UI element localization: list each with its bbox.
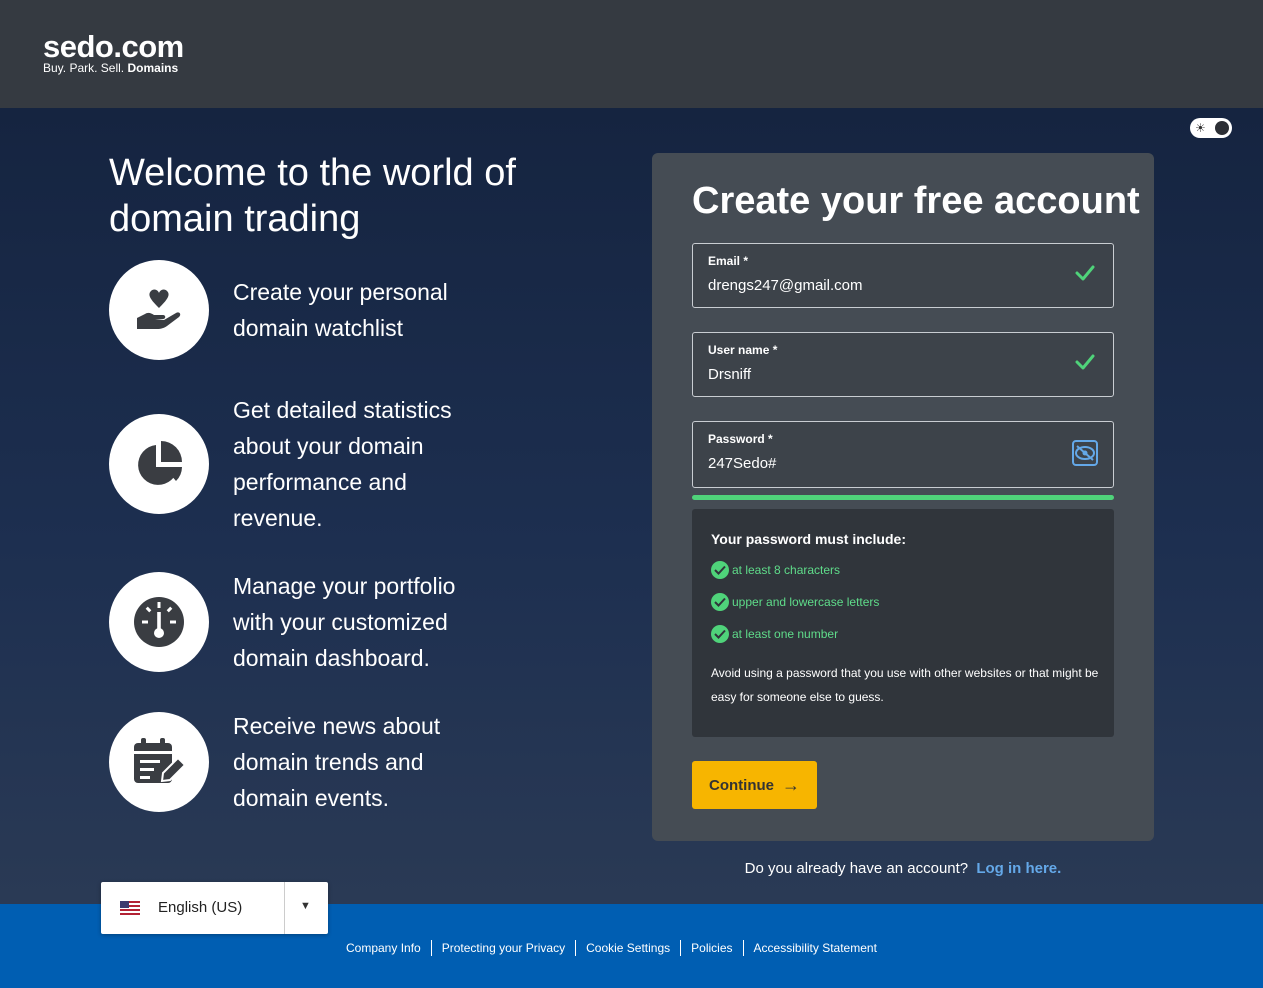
continue-label: Continue xyxy=(709,776,774,794)
arrow-right-icon: → xyxy=(782,774,800,795)
check-circle-icon xyxy=(711,561,729,579)
email-label: Email * xyxy=(708,254,749,268)
requirement-item: at least one number xyxy=(711,625,838,643)
feature-text: Get detailed statistics about your domai… xyxy=(233,397,452,531)
footer-link-policies[interactable]: Policies xyxy=(680,940,742,956)
language-divider xyxy=(284,882,285,934)
sun-icon: ☀ xyxy=(1195,121,1206,135)
password-requirements: Your password must include: at least 8 c… xyxy=(692,509,1114,737)
signup-card: Create your free account Email * drengs2… xyxy=(652,153,1154,841)
logo-wordmark: sedo.com xyxy=(43,29,184,64)
footer-link-company-info[interactable]: Company Info xyxy=(336,940,431,956)
form-title: Create your free account xyxy=(692,180,1140,222)
email-field[interactable]: Email * drengs247@gmail.com xyxy=(692,243,1114,308)
logo-tagline-domains: Domains xyxy=(127,61,179,75)
feature-icon-circle xyxy=(109,712,209,812)
calendar-edit-icon xyxy=(134,738,186,783)
top-header: sedo.com Buy. Park. Sell. Domains xyxy=(0,0,1263,108)
eye-slash-icon xyxy=(1075,445,1095,461)
username-label: User name * xyxy=(708,343,778,357)
dashboard-gauge-icon xyxy=(134,597,184,647)
continue-button[interactable]: Continue → xyxy=(692,761,817,809)
sedo-logo[interactable]: sedo.com Buy. Park. Sell. Domains xyxy=(43,29,184,75)
requirement-text: at least 8 characters xyxy=(732,563,841,577)
language-label: English (US) xyxy=(158,899,243,916)
footer-links: Company Info Protecting your Privacy Coo… xyxy=(336,940,887,956)
welcome-headline: Welcome to the world of domain trading xyxy=(109,152,516,240)
requirement-text: at least one number xyxy=(732,627,839,641)
logo-tagline: Buy. Park. Sell. Domains xyxy=(43,62,184,74)
requirement-text: upper and lowercase letters xyxy=(732,595,880,609)
password-strength-bar xyxy=(692,495,1114,500)
pie-chart-icon xyxy=(138,441,182,485)
feature-text: Receive news about domain trends and dom… xyxy=(233,713,441,811)
username-input[interactable]: Drsniff xyxy=(708,366,751,383)
check-circle-icon xyxy=(711,625,729,643)
check-icon xyxy=(1075,354,1095,370)
theme-toggle[interactable]: ☀ xyxy=(1190,118,1232,138)
toggle-knob xyxy=(1215,121,1229,135)
password-advice: Avoid using a password that you use with… xyxy=(711,666,1099,704)
feature-icon-circle xyxy=(109,572,209,672)
footer-link-privacy[interactable]: Protecting your Privacy xyxy=(430,940,575,956)
requirement-item: at least 8 characters xyxy=(711,561,840,579)
language-selector[interactable]: English (US) ▼ xyxy=(101,882,328,934)
email-input[interactable]: drengs247@gmail.com xyxy=(708,277,862,294)
password-input[interactable]: 247Sedo# xyxy=(708,455,776,472)
logo-tagline-verbs: Buy. Park. Sell. xyxy=(43,61,125,75)
feature-icon-circle xyxy=(109,414,209,514)
feature-icon-circle xyxy=(109,260,209,360)
footer-link-cookie-settings[interactable]: Cookie Settings xyxy=(575,940,680,956)
check-circle-icon xyxy=(711,593,729,611)
username-field[interactable]: User name * Drsniff xyxy=(692,332,1114,397)
heart-hand-icon xyxy=(137,289,181,329)
login-question: Do you already have an account? xyxy=(744,860,969,877)
toggle-password-visibility-button[interactable] xyxy=(1072,440,1098,466)
caret-down-icon[interactable]: ▼ xyxy=(300,900,311,912)
requirement-item: upper and lowercase letters xyxy=(711,593,879,611)
check-icon xyxy=(1075,265,1095,281)
feature-text: Create your personal domain watchlist xyxy=(233,279,448,341)
password-label: Password * xyxy=(708,432,773,446)
password-field[interactable]: Password * 247Sedo# xyxy=(692,421,1114,488)
requirements-title: Your password must include: xyxy=(711,531,906,547)
feature-text: Manage your portfolio with your customiz… xyxy=(233,573,456,671)
login-link[interactable]: Log in here. xyxy=(976,860,1061,877)
us-flag-icon xyxy=(120,901,140,915)
login-prompt: Do you already have an account? Log in h… xyxy=(652,860,1154,877)
footer-link-accessibility[interactable]: Accessibility Statement xyxy=(742,940,887,956)
